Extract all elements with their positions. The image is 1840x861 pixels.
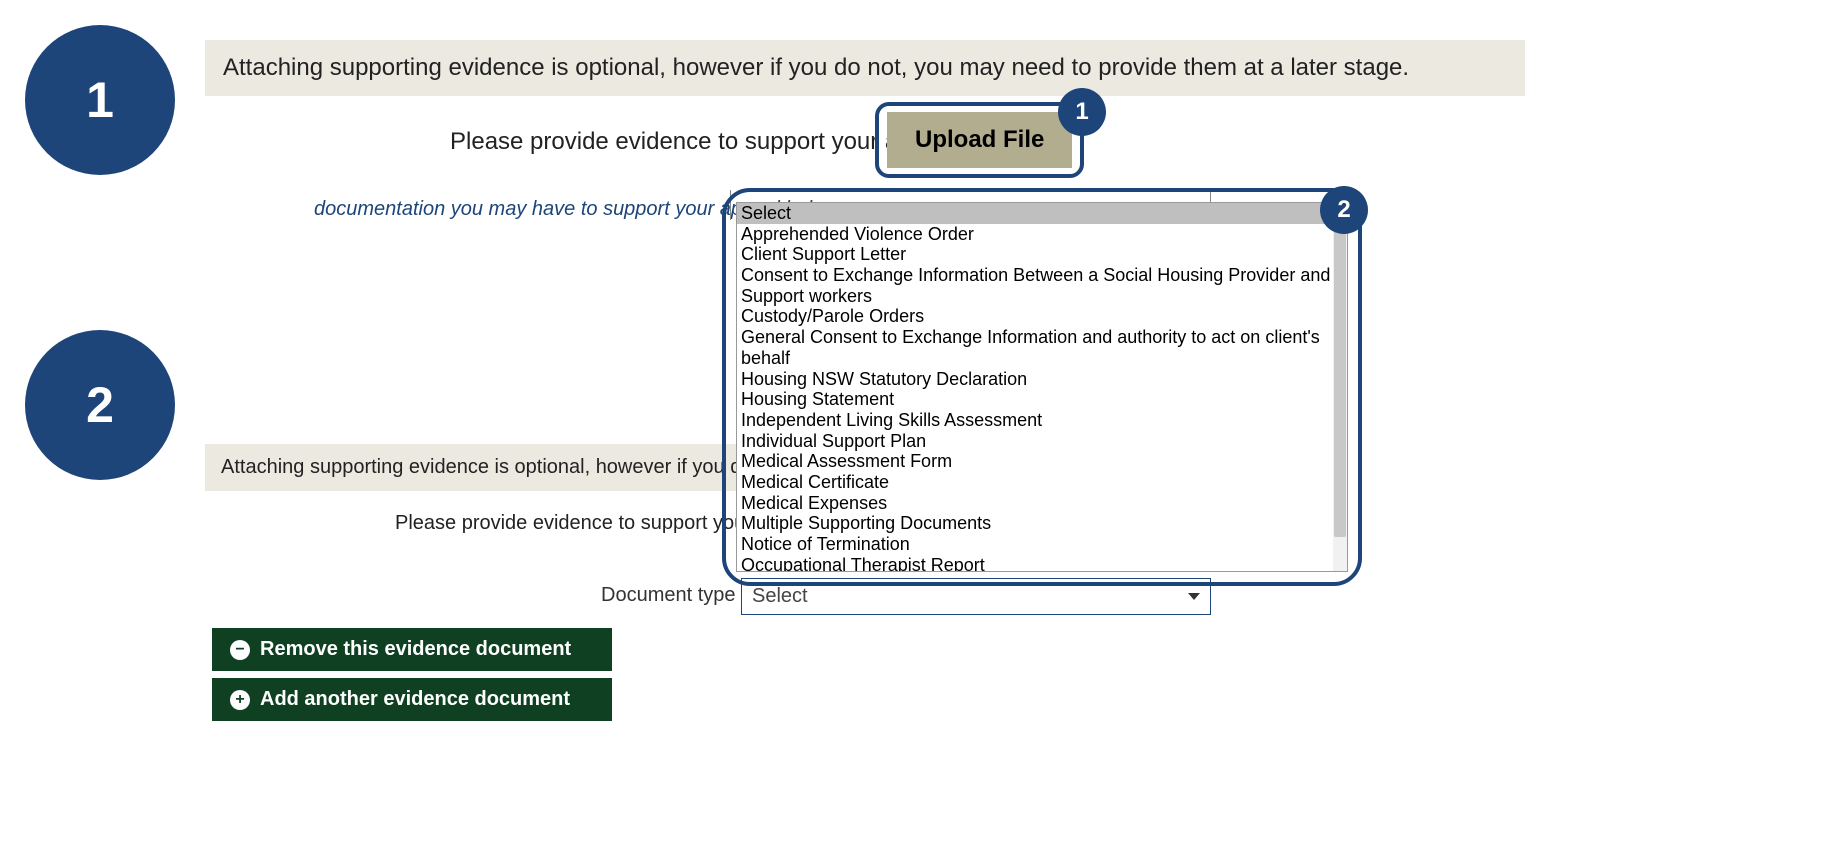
option-item[interactable]: Medical Assessment Form — [737, 451, 1347, 472]
option-item[interactable]: Independent Living Skills Assessment — [737, 410, 1347, 431]
info-banner-1: Attaching supporting evidence is optiona… — [205, 40, 1525, 96]
scrollbar[interactable] — [1333, 203, 1347, 571]
option-item[interactable]: Multiple Supporting Documents — [737, 513, 1347, 534]
select-value: Select — [752, 585, 808, 608]
add-button-label: Add another evidence document — [260, 688, 570, 711]
callout-badge-2: 2 — [1320, 186, 1368, 234]
scrollbar-thumb[interactable] — [1334, 207, 1346, 537]
option-item[interactable]: Medical Expenses — [737, 493, 1347, 514]
option-item[interactable]: Apprehended Violence Order — [737, 224, 1347, 245]
remove-evidence-button[interactable]: − Remove this evidence document — [212, 628, 612, 671]
option-item[interactable]: Housing Statement — [737, 389, 1347, 410]
add-evidence-button[interactable]: + Add another evidence document — [212, 678, 612, 721]
option-item[interactable]: Individual Support Plan — [737, 431, 1347, 452]
callout-badge-1: 1 — [1058, 88, 1106, 136]
step-badge-2: 2 — [25, 330, 175, 480]
option-item[interactable]: Medical Certificate — [737, 472, 1347, 493]
option-item[interactable]: Occupational Therapist Report — [737, 555, 1347, 572]
option-item[interactable]: Select — [737, 203, 1347, 224]
option-item[interactable]: Client Support Letter — [737, 244, 1347, 265]
document-type-label: Document type — [601, 584, 736, 607]
upload-file-button[interactable]: Upload File — [887, 112, 1072, 168]
chevron-down-icon — [1188, 593, 1200, 600]
document-type-options[interactable]: SelectApprehended Violence OrderClient S… — [736, 202, 1348, 572]
remove-button-label: Remove this evidence document — [260, 638, 571, 661]
upload-callout: Upload File — [875, 102, 1084, 178]
plus-icon: + — [230, 690, 250, 710]
dropdown-callout: SelectApprehended Violence OrderClient S… — [722, 188, 1362, 586]
option-item[interactable]: Notice of Termination — [737, 534, 1347, 555]
option-item[interactable]: Housing NSW Statutory Declaration — [737, 369, 1347, 390]
minus-icon: − — [230, 640, 250, 660]
option-item[interactable]: Consent to Exchange Information Between … — [737, 265, 1347, 306]
option-item[interactable]: General Consent to Exchange Information … — [737, 327, 1347, 368]
option-item[interactable]: Custody/Parole Orders — [737, 306, 1347, 327]
step-badge-1: 1 — [25, 25, 175, 175]
